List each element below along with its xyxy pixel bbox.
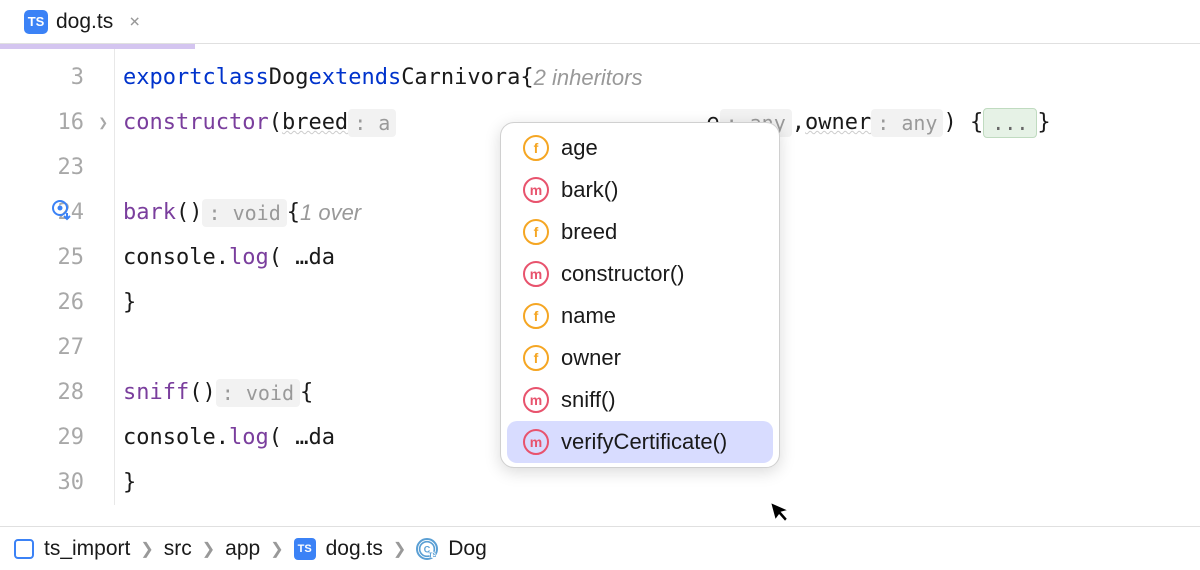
chevron-right-icon: ❯ [140,539,153,559]
completion-item[interactable]: m constructor() [507,253,773,295]
completion-label: verifyCertificate() [561,429,727,455]
field-icon: f [523,219,549,245]
breadcrumb: ts_import ❯ src ❯ app ❯ TS dog.ts ❯ CTS … [0,526,1200,570]
type-hint: : void [216,379,300,407]
file-tab[interactable]: TS dog.ts × [12,2,152,42]
method-icon: m [523,261,549,287]
code-fold[interactable]: ... [983,108,1037,138]
line-number[interactable]: 26 [0,280,114,325]
svg-text:TS: TS [429,552,436,559]
completion-label: name [561,303,616,329]
chevron-right-icon: ❯ [393,539,406,559]
completion-label: age [561,135,598,161]
line-number[interactable]: 25 [0,235,114,280]
method-icon: m [523,429,549,455]
completion-label: bark() [561,177,618,203]
field-icon: f [523,135,549,161]
field-icon: f [523,345,549,371]
completion-label: owner [561,345,621,371]
type-hint: : a [348,109,396,137]
tab-bar: TS dog.ts × [0,0,1200,44]
gutter: 3 16❯ 23 24 25 26 27 28 29 30 [0,49,115,505]
method-icon: m [523,387,549,413]
typescript-icon: TS [294,538,316,560]
chevron-right-icon: ❯ [202,539,215,559]
line-number[interactable]: 27 [0,325,114,370]
completion-item[interactable]: fowner [507,337,773,379]
line-number[interactable]: 28 [0,370,114,415]
close-icon[interactable]: × [129,11,140,32]
completion-item[interactable]: fname [507,295,773,337]
line-number[interactable]: 30 [0,460,114,505]
breadcrumb-item[interactable]: dog.ts [326,537,383,561]
completion-label: constructor() [561,261,684,287]
completion-item[interactable]: fbreed [507,211,773,253]
class-icon: CTS [416,538,438,560]
typescript-icon: TS [24,10,48,34]
completion-label: sniff() [561,387,616,413]
override-icon[interactable] [50,199,72,226]
breadcrumb-item[interactable]: ts_import [44,537,130,561]
line-number[interactable]: 16❯ [0,100,114,145]
override-hint[interactable]: 1 over [300,200,361,226]
completion-item[interactable]: fage [507,127,773,169]
completion-popup: fagembark()fbreedmconstructor()fnamefown… [500,122,780,468]
method-icon: m [523,177,549,203]
module-icon [14,539,34,559]
completion-item[interactable]: m sniff() [507,379,773,421]
code-line[interactable]: export class Dog extends Carnivora { 2 i… [115,55,1200,100]
breadcrumb-item[interactable]: Dog [448,537,487,561]
tab-filename: dog.ts [56,10,113,34]
line-number[interactable]: 24 [0,190,114,235]
type-hint: : any [871,109,943,137]
line-number[interactable]: 3 [0,55,114,100]
field-icon: f [523,303,549,329]
breadcrumb-item[interactable]: app [225,537,260,561]
fold-icon[interactable]: ❯ [98,113,108,132]
inheritors-hint[interactable]: 2 inheritors [534,65,643,91]
line-number[interactable]: 29 [0,415,114,460]
completion-item[interactable]: m verifyCertificate() [507,421,773,463]
chevron-right-icon: ❯ [270,539,283,559]
line-number[interactable]: 23 [0,145,114,190]
completion-label: breed [561,219,617,245]
breadcrumb-item[interactable]: src [164,537,192,561]
type-hint: : void [202,199,286,227]
completion-item[interactable]: m bark() [507,169,773,211]
